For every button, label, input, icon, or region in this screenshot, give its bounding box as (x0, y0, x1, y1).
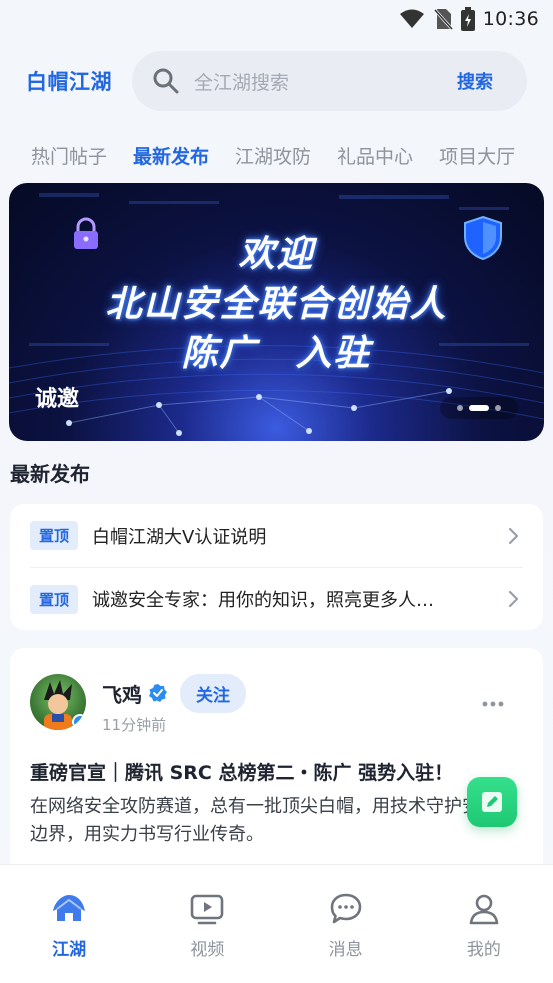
edit-icon (482, 792, 502, 812)
author-name-row: 飞鸡 关注 (102, 673, 246, 713)
nav-home-label: 江湖 (52, 940, 87, 960)
section-title: 最新发布 (10, 462, 90, 486)
carousel-dot-active (469, 405, 489, 411)
bottom-nav: 江湖 视频 消息 我的 (0, 864, 553, 983)
pinned-tag: 置顶 (30, 521, 79, 550)
category-tabs: 热门帖子 最新发布 江湖攻防 礼品中心 项目大厅 (0, 138, 553, 172)
tab-gift-center[interactable]: 礼品中心 (337, 142, 413, 169)
message-icon (330, 893, 361, 924)
carousel-dot (457, 405, 463, 411)
app-root: 10:36 白帽江湖 全江湖搜索 搜索 热门帖子 最新发布 江湖攻防 礼品中心 … (0, 0, 553, 983)
pinned-list: 置顶 白帽江湖大V认证说明 置顶 诚邀安全专家：用你的知识，照亮更多人… (10, 504, 543, 630)
post-author: 飞鸡 关注 11分钟前 (30, 673, 523, 740)
nav-home[interactable]: 江湖 (0, 889, 138, 983)
search-button[interactable]: 搜索 (457, 68, 493, 94)
chevron-right-icon (508, 590, 519, 608)
banner-line-1: 欢迎 (238, 234, 315, 275)
nav-profile-label: 我的 (466, 940, 501, 960)
tab-latest[interactable]: 最新发布 (133, 142, 209, 169)
verified-badge-icon (72, 714, 86, 730)
pinned-title: 诚邀安全专家：用你的知识，照亮更多人… (92, 590, 435, 611)
post-body: 在网络安全攻防赛道，总有一批顶尖白帽，用技术守护安全边界，用实力书写行业传奇。 (30, 796, 498, 845)
pinned-item[interactable]: 置顶 白帽江湖大V认证说明 (30, 504, 523, 567)
carousel-indicator (440, 397, 518, 419)
nav-video[interactable]: 视频 (138, 889, 276, 983)
tab-project-hall[interactable]: 项目大厅 (439, 142, 515, 169)
tab-attack-defense[interactable]: 江湖攻防 (235, 142, 311, 169)
wifi-icon (399, 9, 424, 28)
banner-line-3: 陈广 入驻 (181, 333, 372, 374)
search-bar[interactable]: 全江湖搜索 搜索 (132, 51, 527, 111)
follow-button[interactable]: 关注 (180, 673, 246, 713)
avatar[interactable] (30, 674, 86, 730)
author-name[interactable]: 飞鸡 (102, 679, 142, 708)
pinned-tag: 置顶 (30, 584, 79, 614)
nav-profile[interactable]: 我的 (415, 889, 553, 983)
nav-video-label: 视频 (190, 940, 225, 960)
post-title[interactable]: 重磅官宣｜腾讯 SRC 总榜第二・陈广 强势入驻！ (30, 758, 523, 785)
carousel-dot (495, 405, 501, 411)
pinned-item[interactable]: 置顶 诚邀安全专家：用你的知识，照亮更多人… (30, 567, 523, 630)
header: 白帽江湖 全江湖搜索 搜索 (0, 50, 553, 112)
author-info: 飞鸡 关注 11分钟前 (102, 673, 246, 735)
post-time: 11分钟前 (102, 716, 167, 734)
tab-hot-posts[interactable]: 热门帖子 (31, 142, 107, 169)
compose-button[interactable] (467, 777, 517, 827)
nav-messages[interactable]: 消息 (277, 889, 415, 983)
home-icon (53, 895, 86, 921)
banner-line-2: 北山安全联合创始人 (105, 284, 448, 325)
banner-caption: 诚邀 (35, 387, 80, 412)
verified-icon (149, 684, 167, 702)
search-icon (153, 68, 179, 94)
status-bar: 10:36 (0, 0, 553, 38)
video-icon (191, 894, 224, 925)
battery-icon (460, 7, 475, 31)
nav-messages-label: 消息 (328, 940, 363, 960)
promo-banner[interactable]: 欢迎 北山安全联合创始人 陈广 入驻 诚邀 (9, 183, 544, 441)
brand-logo[interactable]: 白帽江湖 (26, 66, 130, 96)
more-options-icon[interactable] (481, 698, 505, 710)
search-input[interactable]: 全江湖搜索 (194, 68, 457, 95)
status-time: 10:36 (482, 8, 539, 30)
chevron-right-icon (508, 527, 519, 544)
pinned-title: 白帽江湖大V认证说明 (92, 526, 267, 548)
profile-icon (469, 894, 499, 925)
no-sim-icon (433, 8, 453, 30)
